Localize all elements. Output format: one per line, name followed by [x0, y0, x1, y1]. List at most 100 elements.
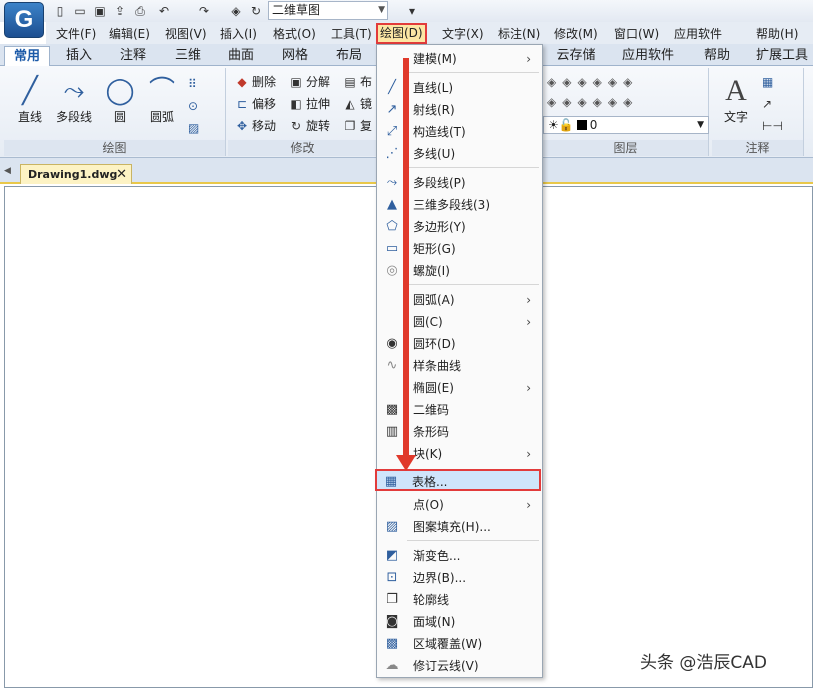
move-button[interactable]: ✥ 移动 — [234, 116, 276, 136]
barcode-icon: ▥ — [385, 424, 399, 439]
tab-annotate[interactable]: 注释 — [110, 46, 156, 66]
tab-scroll-left-icon[interactable]: ◀ — [4, 166, 11, 176]
stretch-icon: ◧ — [290, 97, 302, 111]
menu-item-wipeout[interactable]: ▩ 区域覆盖(W) — [378, 633, 541, 655]
new-file-icon[interactable]: ▯ — [52, 2, 68, 20]
menu-item-label: 螺旋(I) — [413, 264, 450, 278]
menu-item-revcloud[interactable]: ☁ 修订云线(V) — [378, 655, 541, 677]
menu-format[interactable]: 格式(O) — [271, 25, 318, 43]
ellipse-icon[interactable]: ⊙ — [188, 96, 198, 116]
rectangle-icon: ▭ — [385, 241, 399, 256]
tab-apps[interactable]: 应用软件 — [614, 46, 682, 66]
menu-item-label: 多段线(P) — [413, 176, 466, 190]
layer-tools-2-icon[interactable]: ◈◈◈◈◈◈ — [547, 92, 638, 112]
dimension-icon[interactable]: ⊢⊣ — [762, 116, 783, 136]
3d-polyline-icon: ▲ — [387, 197, 397, 212]
menu-item-table[interactable]: ▦ 表格... — [375, 469, 541, 491]
grid-dots-icon[interactable]: ⠿ — [188, 74, 197, 94]
mirror-button[interactable]: ◭ 镜 — [342, 94, 372, 114]
print-icon[interactable]: ⎙ — [132, 2, 148, 20]
layer-tools-icon[interactable]: ◈◈◈◈◈◈ — [547, 72, 638, 92]
menu-modify[interactable]: 修改(M) — [552, 25, 600, 43]
menu-text[interactable]: 文字(X) — [440, 25, 486, 43]
text-icon: A — [725, 74, 747, 107]
qrcode-icon: ▩ — [385, 402, 399, 417]
menu-item-region[interactable]: ◙ 面域(N) — [378, 611, 541, 633]
document-tab-label: Drawing1.dwg — [28, 168, 118, 181]
menu-item-label: 矩形(G) — [413, 242, 456, 256]
helix-icon: ◎ — [386, 263, 398, 278]
draw-group-title: 绘图 — [4, 140, 225, 156]
stretch-button[interactable]: ◧ 拉伸 — [288, 94, 330, 114]
tab-3d[interactable]: 三维 — [165, 46, 211, 66]
line-button[interactable]: ╱ 直线 — [10, 74, 50, 125]
layers-icon[interactable]: ◈ — [228, 2, 244, 20]
redo-icon[interactable]: ↷ — [196, 2, 212, 20]
copy-label: 复 — [360, 119, 373, 133]
menu-item-label: 多线(U) — [413, 147, 456, 161]
undo-icon[interactable]: ↶ — [156, 2, 172, 20]
explode-icon: ▣ — [290, 75, 302, 89]
menu-insert[interactable]: 插入(I) — [218, 25, 259, 43]
text-label: 文字 — [723, 110, 748, 124]
menu-item-point[interactable]: 点(O) › — [378, 494, 541, 516]
tab-layout[interactable]: 布局 — [326, 46, 372, 66]
tab-home[interactable]: 常用 — [4, 46, 50, 66]
annotation-group: A 文字 ▦ ↗ ⊢⊣ 注释 — [712, 68, 804, 156]
leader-icon[interactable]: ↗ — [762, 94, 772, 114]
menu-item-hatch[interactable]: ▨ 图案填充(H)... — [378, 516, 541, 538]
menu-view[interactable]: 视图(V) — [163, 25, 209, 43]
layer-select[interactable]: ☀🔓 0 ▼ — [543, 116, 709, 134]
menu-item-label: 二维码 — [413, 403, 450, 417]
polyline-icon: ⤳ — [63, 76, 85, 106]
tab-mesh[interactable]: 网格 — [272, 46, 318, 66]
menu-edit[interactable]: 编辑(E) — [107, 25, 152, 43]
menu-help[interactable]: 帮助(H) — [754, 25, 800, 43]
menu-item-label: 建模(M) — [413, 52, 457, 66]
mirror-icon: ◭ — [345, 97, 355, 111]
open-folder-icon[interactable]: ▭ — [72, 2, 88, 20]
tab-insert[interactable]: 插入 — [56, 46, 102, 66]
revcloud-icon: ☁ — [385, 658, 399, 673]
tab-surface[interactable]: 曲面 — [218, 46, 264, 66]
copy-button[interactable]: ❐ 复 — [342, 116, 372, 136]
explode-button[interactable]: ▣ 分解 — [288, 72, 330, 92]
table-small-icon[interactable]: ▦ — [762, 72, 773, 92]
erase-button[interactable]: ◆ 删除 — [234, 72, 276, 92]
menu-draw[interactable]: 绘图(D) — [376, 23, 427, 44]
refresh-icon[interactable]: ↻ — [248, 2, 264, 20]
arc-button[interactable]: ⌒ 圆弧 — [142, 74, 182, 125]
menu-window[interactable]: 窗口(W) — [612, 25, 661, 43]
rotate-button[interactable]: ↻ 旋转 — [288, 116, 330, 136]
line-icon: ╱ — [388, 80, 396, 95]
save-icon[interactable]: ▣ — [92, 2, 108, 20]
offset-button[interactable]: ⊏ 偏移 — [234, 94, 276, 114]
menu-item-label: 轮廓线 — [413, 593, 450, 607]
app-logo[interactable]: G — [4, 2, 44, 38]
menu-file[interactable]: 文件(F) — [54, 25, 98, 43]
document-tab[interactable]: Drawing1.dwg ✕ — [20, 164, 132, 184]
menu-item-boundary[interactable]: ⊡ 边界(B)... — [378, 567, 541, 589]
polyline-button[interactable]: ⤳ 多段线 — [52, 74, 96, 125]
menu-tools[interactable]: 工具(T) — [329, 25, 374, 43]
mirror-label: 镜 — [360, 97, 373, 111]
tab-extensions[interactable]: 扩展工具 — [752, 46, 812, 66]
layout-button[interactable]: ▤ 布 — [342, 72, 372, 92]
tab-cloud[interactable]: 云存储 — [548, 46, 604, 66]
menu-dimension[interactable]: 标注(N) — [496, 25, 542, 43]
workspace-select[interactable]: 二维草图 ▼ — [268, 1, 388, 20]
tab-help[interactable]: 帮助 — [694, 46, 740, 66]
explode-label: 分解 — [306, 75, 331, 89]
save-as-icon[interactable]: ⇪ — [112, 2, 128, 20]
menu-item-label: 样条曲线 — [413, 359, 462, 373]
hatch-icon[interactable]: ▨ — [188, 118, 199, 138]
text-button[interactable]: A 文字 — [716, 74, 756, 125]
customize-icon[interactable]: ▾ — [404, 2, 420, 20]
menu-item-outline[interactable]: ❐ 轮廓线 — [378, 589, 541, 611]
menu-item-gradient[interactable]: ◩ 渐变色... — [378, 545, 541, 567]
lock-icon: ☀🔓 — [548, 118, 574, 132]
close-icon[interactable]: ✕ — [116, 165, 127, 184]
circle-button[interactable]: ◯ 圆 — [100, 74, 140, 125]
annotation-arrow — [403, 58, 409, 462]
menu-apps[interactable]: 应用软件 — [672, 25, 724, 43]
